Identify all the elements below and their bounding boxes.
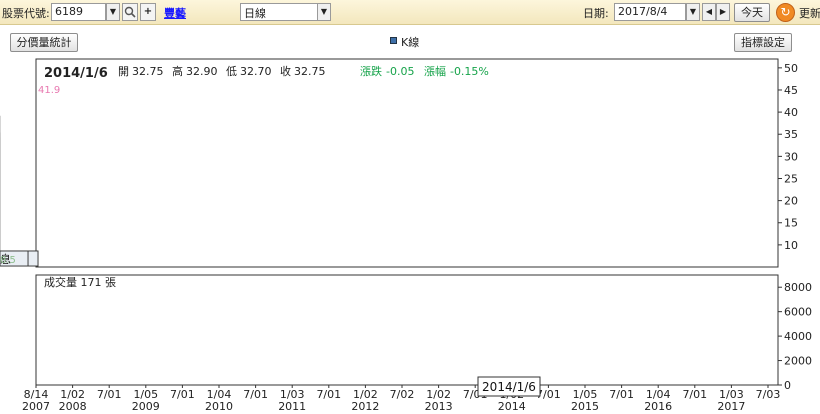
date-input[interactable]: 2017/8/4 <box>614 3 686 21</box>
x-tick-label: 7/03 <box>756 388 781 401</box>
x-tick-year: 2009 <box>132 400 160 413</box>
today-button[interactable]: 今天 <box>734 3 770 22</box>
x-tick-year: 2016 <box>644 400 672 413</box>
price-tick-label: 15 <box>784 217 798 230</box>
volume-tick-label: 8000 <box>784 281 812 294</box>
close-value: 32.75 <box>294 65 326 78</box>
add-icon[interactable]: + <box>140 3 156 21</box>
open-label: 開 <box>118 65 129 78</box>
pct-label: 漲幅 <box>424 65 446 78</box>
price-tick-label: 50 <box>784 62 798 75</box>
x-tick-label: 7/01 <box>243 388 268 401</box>
stock-code-label: 股票代號: <box>2 7 50 20</box>
x-tick-label: 7/01 <box>609 388 634 401</box>
pct-value: -0.15% <box>450 65 489 78</box>
stock-code-dropdown[interactable]: ▼ <box>106 3 120 21</box>
high-value: 32.90 <box>186 65 218 78</box>
search-icon[interactable] <box>122 3 138 21</box>
chart-area: 分價量統計 K線 指標設定 除權息除權息除息除息除息除息除息除息除息除息除息 1… <box>0 25 820 414</box>
price-tick-label: 45 <box>784 84 798 97</box>
toolbar: 股票代號: 6189 ▼ + 豐藝 日線 ▼ 日期: 2017/8/4 ▼ ◀ … <box>0 0 820 25</box>
price-tick-label: 30 <box>784 150 798 163</box>
x-tick-year: 2008 <box>59 400 87 413</box>
volume-tick-label: 0 <box>784 379 791 392</box>
crosshair-date-label: 2014/1/6 <box>482 380 536 394</box>
price-tick-label: 20 <box>784 195 798 208</box>
period-select[interactable]: 日線 <box>240 3 318 21</box>
open-value: 32.75 <box>132 65 164 78</box>
info-change: 漲跌 -0.05 漲幅 -0.15% <box>360 64 489 78</box>
close-label: 收 <box>280 64 291 78</box>
volume-tick-label: 4000 <box>784 330 812 343</box>
prev-day-button[interactable]: ◀ <box>702 3 716 21</box>
stock-chart[interactable]: 除權息除權息除息除息除息除息除息除息除息除息除息 101520253035404… <box>0 25 820 414</box>
x-tick-year: 2007 <box>22 400 50 413</box>
volume-plot-frame <box>35 274 779 386</box>
refresh-icon[interactable]: ↻ <box>776 3 795 22</box>
x-tick-label: 7/01 <box>97 388 122 401</box>
change-value: -0.05 <box>386 65 414 78</box>
volume-tick-label: 2000 <box>784 355 812 368</box>
high-label: 高 <box>172 64 183 78</box>
volume-title: 成交量 171 張 <box>44 275 116 289</box>
stock-code-input[interactable]: 6189 <box>51 3 106 21</box>
low-label: 低 <box>226 65 237 78</box>
x-tick-year: 2015 <box>571 400 599 413</box>
x-tick-year: 2011 <box>278 400 306 413</box>
low-value: 32.70 <box>240 65 272 78</box>
date-dropdown[interactable]: ▼ <box>686 3 700 21</box>
change-label: 漲跌 <box>360 64 382 78</box>
x-tick-year: 2012 <box>351 400 379 413</box>
x-tick-label: 7/01 <box>682 388 707 401</box>
price-tick-label: 10 <box>784 239 798 252</box>
info-date: 2014/1/6 <box>44 66 108 81</box>
stock-name-link[interactable]: 豐藝 <box>164 5 186 21</box>
max-price-label: 41.9 <box>38 85 60 96</box>
price-tick-label: 35 <box>784 128 798 141</box>
x-tick-year: 2013 <box>425 400 453 413</box>
min-price-label: 8.5 <box>0 255 16 266</box>
next-day-button[interactable]: ▶ <box>716 3 730 21</box>
x-tick-label: 7/01 <box>316 388 341 401</box>
x-tick-year: 2014 <box>498 400 526 413</box>
period-dropdown[interactable]: ▼ <box>317 3 331 21</box>
date-label: 日期: <box>583 7 609 20</box>
price-tick-label: 25 <box>784 172 798 185</box>
x-tick-year: 2010 <box>205 400 233 413</box>
refresh-button[interactable]: 更新 <box>799 5 820 21</box>
price-tick-label: 40 <box>784 106 798 119</box>
price-plot-frame <box>35 58 779 268</box>
x-tick-label: 7/02 <box>390 388 415 401</box>
x-tick-year: 2017 <box>717 400 745 413</box>
volume-tick-label: 6000 <box>784 306 812 319</box>
x-tick-label: 7/01 <box>170 388 195 401</box>
